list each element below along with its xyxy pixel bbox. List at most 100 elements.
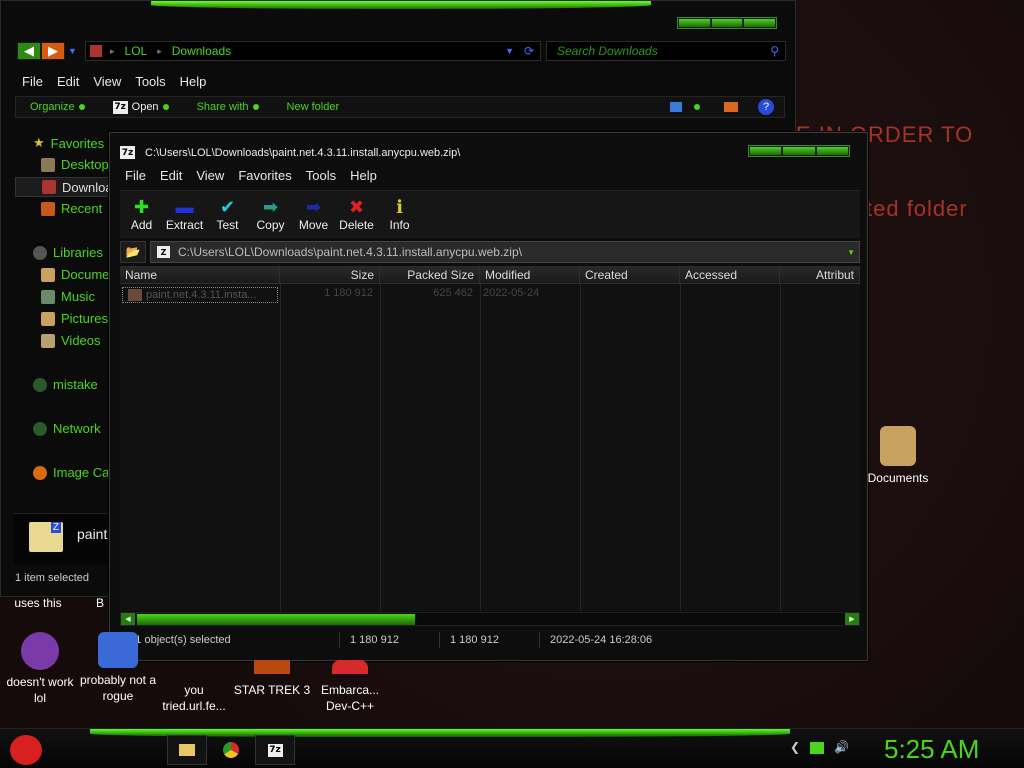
taskbar-7zip[interactable]: 7z <box>255 735 295 765</box>
scroll-thumb[interactable] <box>137 614 415 625</box>
nav-desktop[interactable]: Desktop <box>41 157 109 172</box>
menu-help[interactable]: Help <box>343 168 384 183</box>
delete-button[interactable]: ✖ Delete <box>335 191 378 238</box>
move-button[interactable]: ➡ Move <box>292 191 335 238</box>
taskbar-clock[interactable]: 5:25 AM <box>884 734 979 765</box>
nav-favorites[interactable]: ★ Favorites <box>33 135 104 151</box>
add-button[interactable]: ✚ Add <box>120 191 163 238</box>
dropdown-icon[interactable]: ▼ <box>505 46 514 56</box>
nav-label: Music <box>61 289 95 304</box>
open-button[interactable]: 7z Open <box>99 100 183 114</box>
menu-view[interactable]: View <box>189 168 231 183</box>
desktop-icon-probably-not-a-rogue[interactable]: probably not a rogue <box>78 632 158 704</box>
folder-icon <box>90 45 102 57</box>
desktop-icon-dev-cpp[interactable]: Embarca... Dev-C++ <box>310 660 390 714</box>
column-size[interactable]: Size <box>280 266 380 284</box>
menu-file[interactable]: File <box>15 74 50 89</box>
start-button[interactable] <box>6 731 46 767</box>
window-controls[interactable] <box>677 17 777 29</box>
recent-pages-icon[interactable]: ▼ <box>68 46 77 56</box>
preview-pane-icon[interactable] <box>724 102 738 112</box>
column-modified[interactable]: Modified <box>480 266 580 284</box>
menu-file[interactable]: File <box>118 168 153 183</box>
nav-documents[interactable]: Docume <box>41 267 109 282</box>
star-trek-icon <box>254 660 290 674</box>
maximize-button[interactable] <box>711 19 743 27</box>
volume-icon[interactable]: 🔊 <box>834 740 849 754</box>
nav-downloads[interactable]: Downloa <box>15 177 115 197</box>
table-row[interactable]: paint.net.4.3.11.insta... 1 180 912 625 … <box>120 287 578 303</box>
search-input[interactable]: Search Downloads ⚲ <box>546 41 786 61</box>
nav-recent[interactable]: Recent <box>41 201 102 216</box>
navigation-buttons: ◀ ▶ ▼ <box>17 41 77 61</box>
extract-button[interactable]: ▬ Extract <box>163 191 206 238</box>
menu-tools[interactable]: Tools <box>128 74 172 89</box>
forward-button[interactable]: ▶ <box>41 42 65 60</box>
nav-music[interactable]: Music <box>41 289 95 304</box>
maximize-button[interactable] <box>783 147 815 155</box>
menu-favorites[interactable]: Favorites <box>231 168 298 183</box>
minimize-button[interactable] <box>679 19 710 27</box>
address-bar[interactable]: ▸ LOL ▸ Downloads ▼ ⟳ <box>85 41 541 61</box>
menu-view[interactable]: View <box>86 74 128 89</box>
row-size: 1 180 912 <box>324 287 373 299</box>
search-icon[interactable]: ⚲ <box>770 44 779 58</box>
help-icon[interactable]: ? <box>758 99 774 115</box>
organize-button[interactable]: Organize <box>16 101 99 113</box>
refresh-icon[interactable]: ⟳ <box>524 44 534 58</box>
details-filename: paint <box>77 526 108 542</box>
horizontal-scrollbar[interactable]: ◀ ▶ <box>120 612 860 626</box>
menu-edit[interactable]: Edit <box>153 168 189 183</box>
path-dropdown-icon[interactable]: ▼ <box>847 248 855 257</box>
close-button[interactable] <box>744 19 776 27</box>
menu-edit[interactable]: Edit <box>50 74 86 89</box>
share-with-button[interactable]: Share with <box>183 101 273 113</box>
info-button[interactable]: ℹ Info <box>378 191 421 238</box>
nav-mistake[interactable]: mistake <box>33 377 98 392</box>
breadcrumb-lol[interactable]: LOL <box>125 44 148 58</box>
desktop-icon-star-trek[interactable]: STAR TREK 3 <box>232 660 312 698</box>
desktop-icon-documents[interactable]: Documents <box>858 426 938 486</box>
nav-label: Favorites <box>50 135 105 151</box>
menu-help[interactable]: Help <box>173 74 214 89</box>
column-created[interactable]: Created <box>580 266 680 284</box>
desktop-icon-you-tried[interactable]: you tried.url.fe... <box>154 660 234 714</box>
desktop-icon-doesnt-work[interactable]: doesn't work lol <box>0 632 80 706</box>
file-list[interactable]: Name Size Packed Size Modified Created A… <box>120 266 860 611</box>
column-accessed[interactable]: Accessed <box>680 266 780 284</box>
command-bar: Organize 7z Open Share with New folder ? <box>15 96 785 118</box>
nav-network[interactable]: Network <box>33 421 101 436</box>
dropdown-dot-icon <box>78 104 85 110</box>
close-button[interactable] <box>816 147 848 155</box>
column-name[interactable]: Name <box>120 266 280 284</box>
copy-button[interactable]: ➡ Copy <box>249 191 292 238</box>
column-attributes[interactable]: Attribut <box>780 266 860 284</box>
nav-image-cache[interactable]: Image Ca <box>33 465 109 480</box>
back-button[interactable]: ◀ <box>17 42 41 60</box>
show-hidden-icons-icon[interactable]: ❮ <box>790 740 800 754</box>
minimize-button[interactable] <box>750 147 782 155</box>
nav-videos[interactable]: Videos <box>41 333 101 348</box>
nav-pictures[interactable]: Pictures <box>41 311 108 326</box>
column-packed-size[interactable]: Packed Size <box>380 266 480 284</box>
window-controls[interactable] <box>748 145 850 157</box>
view-options-icon[interactable] <box>670 102 682 112</box>
scroll-left-arrow[interactable]: ◀ <box>121 613 135 625</box>
new-folder-button[interactable]: New folder <box>273 101 354 113</box>
breadcrumb-arrow-icon: ▸ <box>157 45 162 56</box>
dropdown-dot-icon <box>252 104 259 110</box>
recent-icon <box>41 201 55 216</box>
taskbar-chrome[interactable] <box>211 735 251 765</box>
taskbar-explorer[interactable] <box>167 735 207 765</box>
action-center-icon[interactable] <box>810 742 825 754</box>
path-input[interactable]: Z C:\Users\LOL\Downloads\paint.net.4.3.1… <box>150 241 860 263</box>
breadcrumb-downloads[interactable]: Downloads <box>172 44 231 58</box>
new-folder-label: New folder <box>286 101 340 113</box>
row-name[interactable]: paint.net.4.3.11.insta... <box>122 287 278 303</box>
test-button[interactable]: ✔ Test <box>206 191 249 238</box>
menu-tools[interactable]: Tools <box>299 168 343 183</box>
nav-libraries[interactable]: Libraries <box>33 245 103 260</box>
scroll-right-arrow[interactable]: ▶ <box>845 613 859 625</box>
up-folder-button[interactable]: 📂 <box>120 241 146 263</box>
desktop-icon-label: doesn't work lol <box>6 675 74 705</box>
